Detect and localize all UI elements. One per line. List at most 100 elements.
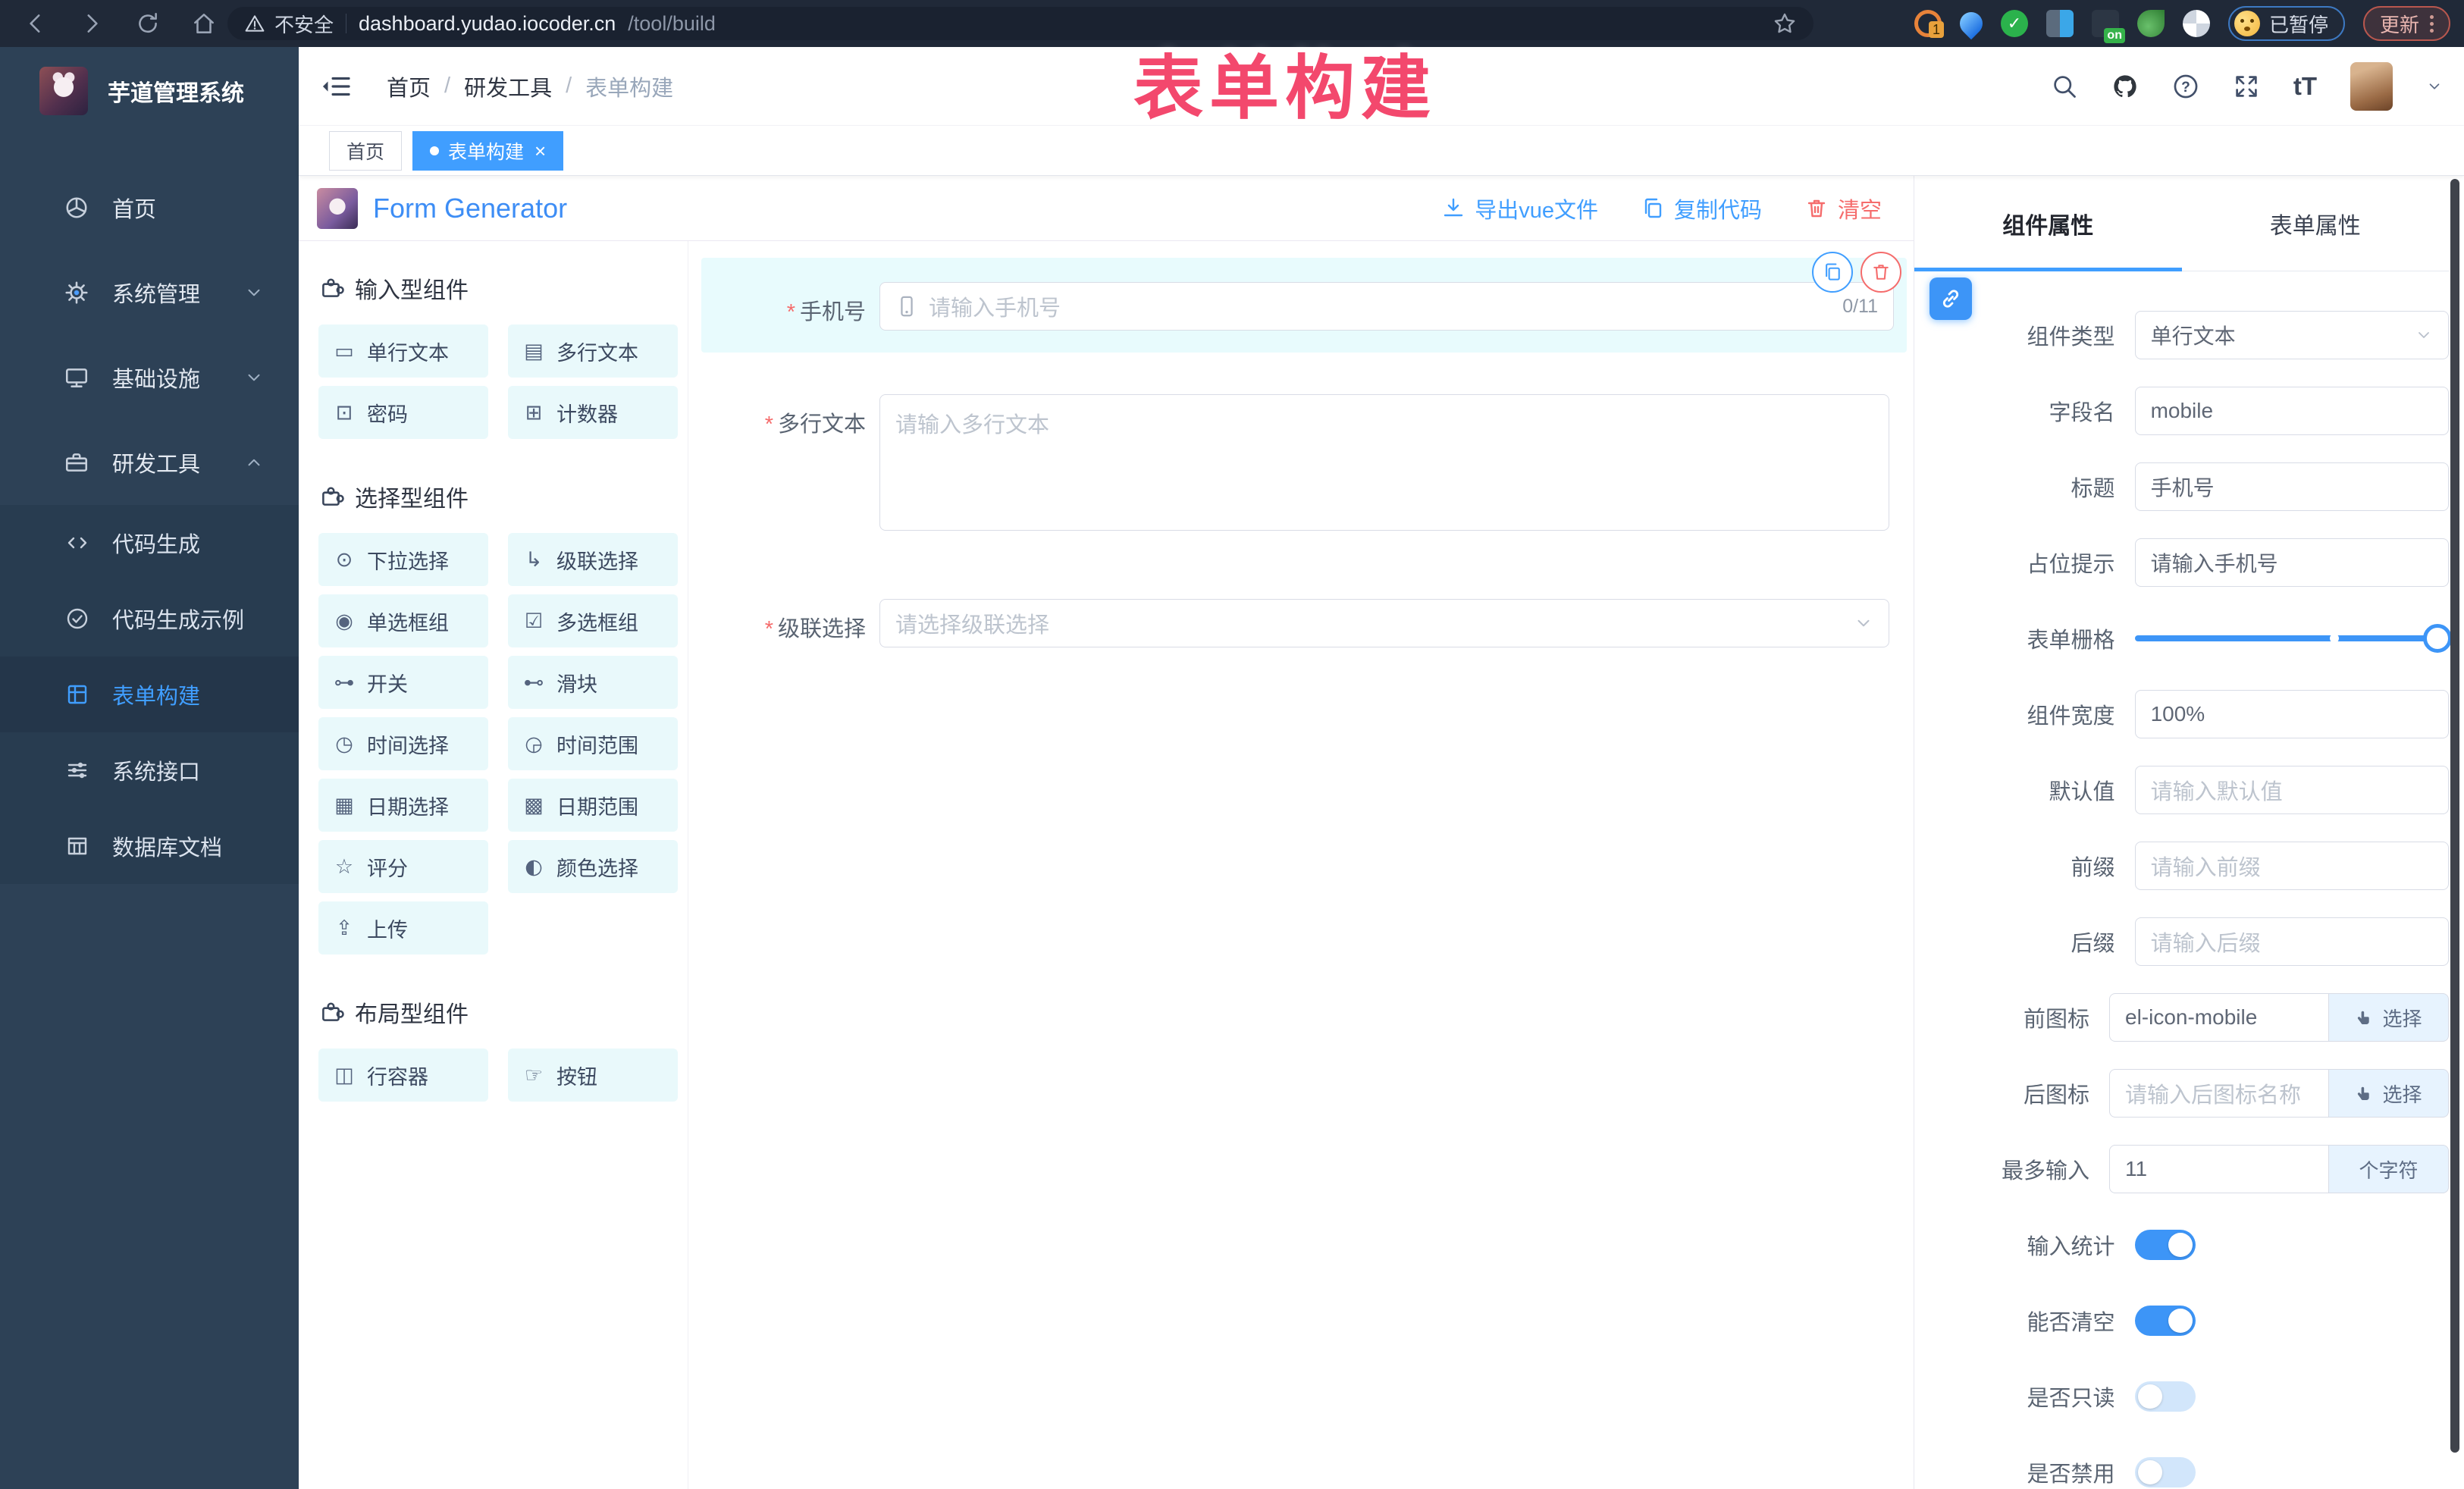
page-scrollbar[interactable] (2450, 179, 2459, 1453)
component-chip-多选框组[interactable]: ☑多选框组 (508, 594, 678, 647)
update-button[interactable]: 更新 (2363, 6, 2450, 41)
prop-row-前图标: 前图标el-icon-mobile选择 (1914, 980, 2449, 1055)
component-chip-日期范围[interactable]: ▩日期范围 (508, 779, 678, 832)
前图标-input[interactable]: el-icon-mobile (2109, 993, 2329, 1042)
extension-leaf-icon[interactable] (2137, 10, 2165, 37)
profile-chip[interactable]: 已暂停 (2228, 6, 2345, 41)
component-chip-时间选择[interactable]: ◷时间选择 (318, 717, 488, 770)
前图标-pick-button[interactable]: 选择 (2329, 993, 2449, 1042)
后图标-input[interactable]: 请输入后图标名称 (2109, 1069, 2329, 1118)
field-label: *多行文本 (690, 406, 866, 438)
extension-drop-icon[interactable] (1955, 8, 1987, 39)
address-bar[interactable]: 不安全 dashboard.yudao.iocoder.cn /tool/bui… (227, 7, 1814, 40)
component-chip-上传[interactable]: ⇪上传 (318, 901, 488, 955)
extension-green-icon[interactable]: ✓ (2001, 10, 2028, 37)
component-chip-评分[interactable]: ☆评分 (318, 840, 488, 893)
是否禁用-toggle[interactable] (2135, 1457, 2196, 1487)
home-icon[interactable] (191, 11, 217, 36)
github-icon[interactable] (2111, 73, 2139, 100)
extension-orange-icon[interactable]: 1 (1914, 10, 1942, 37)
sidebar-item-3[interactable]: 基础设施 (0, 335, 299, 420)
最多输入-input[interactable]: 11 (2109, 1145, 2329, 1193)
字段名-input[interactable]: mobile (2135, 387, 2449, 435)
font-size-icon[interactable]: tT (2293, 72, 2317, 101)
tab-首页[interactable]: 首页 (329, 131, 402, 171)
security-warning[interactable]: 不安全 (244, 10, 334, 38)
component-chip-行容器[interactable]: ◫行容器 (318, 1049, 488, 1102)
复制代码-button[interactable]: 复制代码 (1641, 193, 1762, 224)
component-chip-滑块[interactable]: ⊷滑块 (508, 656, 678, 709)
textarea-input[interactable]: 请输入多行文本 (879, 394, 1889, 531)
back-icon[interactable] (23, 11, 49, 36)
chip-label: 时间选择 (367, 729, 449, 759)
component-chip-下拉选择[interactable]: ⊙下拉选择 (318, 533, 488, 586)
输入统计-toggle[interactable] (2135, 1230, 2196, 1260)
search-icon[interactable] (2051, 73, 2078, 100)
component-chip-开关[interactable]: ⊶开关 (318, 656, 488, 709)
component-chip-按钮[interactable]: ☞按钮 (508, 1049, 678, 1102)
能否清空-toggle[interactable] (2135, 1306, 2196, 1336)
component-chip-颜色选择[interactable]: ◐颜色选择 (508, 840, 678, 893)
后图标-pick-button[interactable]: 选择 (2329, 1069, 2449, 1118)
cascader-select[interactable]: 请选择级联选择 (879, 599, 1889, 647)
help-icon[interactable]: ? (2172, 73, 2199, 100)
bookmark-star-icon[interactable] (1773, 11, 1797, 36)
component-chip-计数器[interactable]: ⊞计数器 (508, 386, 678, 439)
component-chip-多行文本[interactable]: ▤多行文本 (508, 324, 678, 378)
组件宽度-input[interactable]: 100% (2135, 690, 2449, 738)
delete-field-button[interactable] (1861, 252, 1901, 293)
browser-menu-icon[interactable] (2430, 15, 2434, 33)
sidebar-item-2[interactable]: 系统管理 (0, 250, 299, 335)
标题-input[interactable]: 手机号 (2135, 462, 2449, 511)
prop-row-前缀: 前缀请输入前缀 (1914, 828, 2449, 904)
组件类型-select[interactable]: 单行文本 (2135, 311, 2449, 359)
action-label: 复制代码 (1674, 193, 1762, 224)
前缀-input[interactable]: 请输入前缀 (2135, 842, 2449, 890)
后缀-input[interactable]: 请输入后缀 (2135, 917, 2449, 966)
component-chip-单选框组[interactable]: ◉单选框组 (318, 594, 488, 647)
prop-label: 能否清空 (1914, 1305, 2135, 1337)
app-logo-row[interactable]: 芋道管理系统 (0, 47, 299, 115)
close-icon[interactable]: × (534, 141, 546, 161)
user-caret-icon[interactable] (2426, 78, 2443, 95)
默认值-input[interactable]: 请输入默认值 (2135, 766, 2449, 814)
sidebar-subitem-表单构建[interactable]: 表单构建 (0, 657, 299, 732)
sidebar-subitem-代码生成[interactable]: 代码生成 (0, 505, 299, 581)
是否只读-toggle[interactable] (2135, 1381, 2196, 1412)
sidebar-subitem-代码生成示例[interactable]: 代码生成示例 (0, 581, 299, 657)
components-palette: 输入型组件▭单行文本▤多行文本⊡密码⊞计数器选择型组件⊙下拉选择↳级联选择◉单选… (299, 241, 688, 1489)
component-chip-时间范围[interactable]: ◶时间范围 (508, 717, 678, 770)
active-dot-icon (430, 146, 439, 155)
extension-pinwheel-icon[interactable] (2183, 10, 2210, 37)
breadcrumb-item[interactable]: 首页 (387, 71, 431, 102)
breadcrumb-item[interactable]: 研发工具 (464, 71, 552, 102)
表单栅格-slider[interactable] (2135, 614, 2449, 663)
mobile-input[interactable]: 请输入手机号 0/11 (879, 282, 1894, 331)
sidebar-item-1[interactable]: 首页 (0, 165, 299, 250)
component-chip-级联选择[interactable]: ↳级联选择 (508, 533, 678, 586)
清空-button[interactable]: 清空 (1804, 193, 1882, 224)
component-chip-单行文本[interactable]: ▭单行文本 (318, 324, 488, 378)
fold-menu-icon[interactable] (320, 71, 352, 102)
duplicate-field-button[interactable] (1812, 252, 1853, 293)
user-avatar[interactable] (2350, 62, 2393, 111)
active-tab-underline (1914, 268, 2182, 271)
reload-icon[interactable] (135, 11, 161, 36)
extension-on-icon[interactable]: on (2092, 10, 2119, 37)
导出vue文件-button[interactable]: 导出vue文件 (1441, 193, 1598, 224)
forward-icon[interactable] (79, 11, 105, 36)
占位提示-input[interactable]: 请输入手机号 (2135, 538, 2449, 587)
extension-grid-icon[interactable] (2046, 10, 2074, 37)
tab-组件属性[interactable]: 组件属性 (1914, 176, 2182, 271)
component-chip-密码[interactable]: ⊡密码 (318, 386, 488, 439)
sidebar-subitem-系统接口[interactable]: 系统接口 (0, 732, 299, 808)
link-tag-button[interactable] (1930, 277, 1972, 320)
component-chip-日期选择[interactable]: ▦日期选择 (318, 779, 488, 832)
sidebar-subitem-数据库文档[interactable]: 数据库文档 (0, 808, 299, 884)
sidebar-item-4[interactable]: 研发工具 (0, 420, 299, 505)
slider-handle[interactable] (2423, 624, 2452, 653)
chevron-up-icon (244, 453, 264, 472)
tab-表单构建[interactable]: 表单构建× (412, 131, 563, 171)
tab-表单属性[interactable]: 表单属性 (2182, 176, 2450, 271)
fullscreen-icon[interactable] (2233, 73, 2260, 100)
